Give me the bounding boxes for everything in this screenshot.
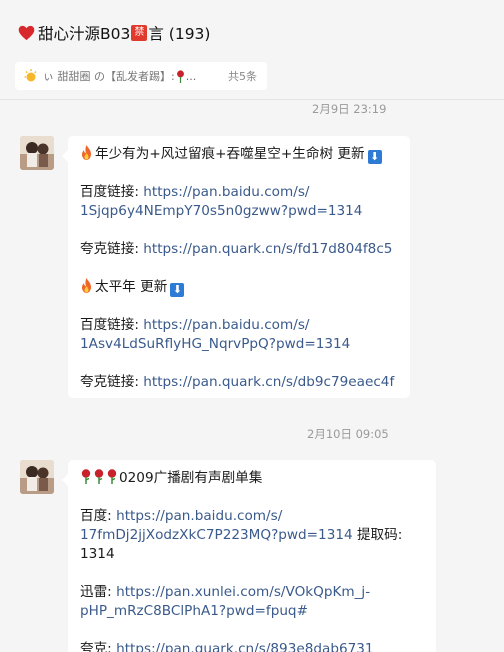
rose-icon [81, 469, 91, 484]
rose-icon [176, 69, 184, 83]
extract-code-label: 提取码: [352, 527, 403, 543]
baidu-link-cont[interactable]: 1Asv4LdSuRflyHG_NqrvPpQ?pwd=1314 [80, 336, 350, 352]
link-label: 夸克链接: [80, 374, 144, 390]
sender-avatar[interactable] [20, 136, 54, 170]
group-title[interactable]: 甜心汁源B03 禁 言 (193) [18, 22, 210, 44]
xunlei-link-cont[interactable]: pHP_mRzC8BClPhA1?pwd=fpuq# [80, 603, 308, 619]
baidu-link-cont[interactable]: 1Sjqp6y4NEmpY70s5n0gzww?pwd=1314 [80, 203, 362, 219]
chat-header: 甜心汁源B03 禁 言 (193) ぃ 甜甜圈 の【乱发者踢】: ... 共5条 [0, 0, 504, 100]
baidu-link[interactable]: https://pan.baidu.com/s/ [143, 317, 309, 333]
ban-badge-icon: 禁 [131, 25, 148, 41]
message-line: 太平年 更新 ⬇ [80, 278, 398, 297]
link-label: 百度: [80, 508, 117, 524]
rose-icon [94, 469, 104, 484]
down-arrow-icon: ⬇ [170, 283, 185, 297]
link-label: 迅雷: [80, 584, 117, 600]
down-arrow-icon: ⬇ [367, 150, 382, 164]
message-bubble[interactable]: 0209广播剧有声剧单集 百度: https://pan.baidu.com/s… [62, 460, 436, 652]
baidu-link[interactable]: https://pan.baidu.com/s/ [116, 508, 282, 524]
avatar-image [20, 136, 54, 170]
notice-count: 共5条 [228, 70, 257, 83]
sender-avatar[interactable] [20, 460, 54, 494]
fire-icon [82, 145, 91, 160]
message-text: 年少有为+风过留痕+吞噬星空+生命树 更新 [95, 146, 365, 162]
notice-text: ぃ 甜甜圈 の【乱发者踢】: [43, 70, 175, 83]
link-label: 百度链接: [80, 184, 144, 200]
rose-icon [107, 469, 117, 484]
link-label: 夸克: [80, 641, 117, 652]
message-line: 0209广播剧有声剧单集 [80, 469, 424, 488]
notice-more: ... [185, 69, 197, 83]
message-text: 0209广播剧有声剧单集 [119, 470, 263, 486]
message-text: 太平年 更新 [95, 279, 168, 295]
link-label: 百度链接: [80, 317, 144, 333]
quark-link[interactable]: https://pan.quark.cn/s/db9c79eaec4f [143, 374, 394, 390]
extract-code: 1314 [80, 546, 115, 562]
fire-icon [82, 278, 91, 293]
link-label: 夸克链接: [80, 241, 144, 257]
sun-icon [24, 69, 37, 82]
baidu-link[interactable]: https://pan.baidu.com/s/ [143, 184, 309, 200]
avatar-image [20, 460, 54, 494]
timestamp: 2月9日 23:19 [312, 102, 387, 116]
group-notice-bar[interactable]: ぃ 甜甜圈 の【乱发者踢】: ... 共5条 [15, 62, 267, 90]
heart-icon [18, 25, 35, 41]
chat-scrollbar[interactable] [498, 100, 504, 652]
group-title-prefix: 甜心汁源B03 [38, 25, 131, 43]
message-bubble[interactable]: 年少有为+风过留痕+吞噬星空+生命树 更新 ⬇ 百度链接: https://pan… [62, 136, 410, 398]
message-line: 年少有为+风过留痕+吞噬星空+生命树 更新 ⬇ [80, 145, 398, 164]
timestamp: 2月10日 09:05 [307, 427, 389, 441]
xunlei-link[interactable]: https://pan.xunlei.com/s/VOkQpKm_j- [116, 584, 370, 600]
quark-link[interactable]: https://pan.quark.cn/s/fd17d804f8c5 [143, 241, 392, 257]
baidu-link-cont[interactable]: 17fmDj2jjXodzXkC7P223MQ?pwd=1314 [80, 527, 353, 543]
group-title-suffix: 言 (193) [148, 25, 211, 43]
quark-link[interactable]: https://pan.quark.cn/s/893e8dab6731 [116, 641, 373, 652]
